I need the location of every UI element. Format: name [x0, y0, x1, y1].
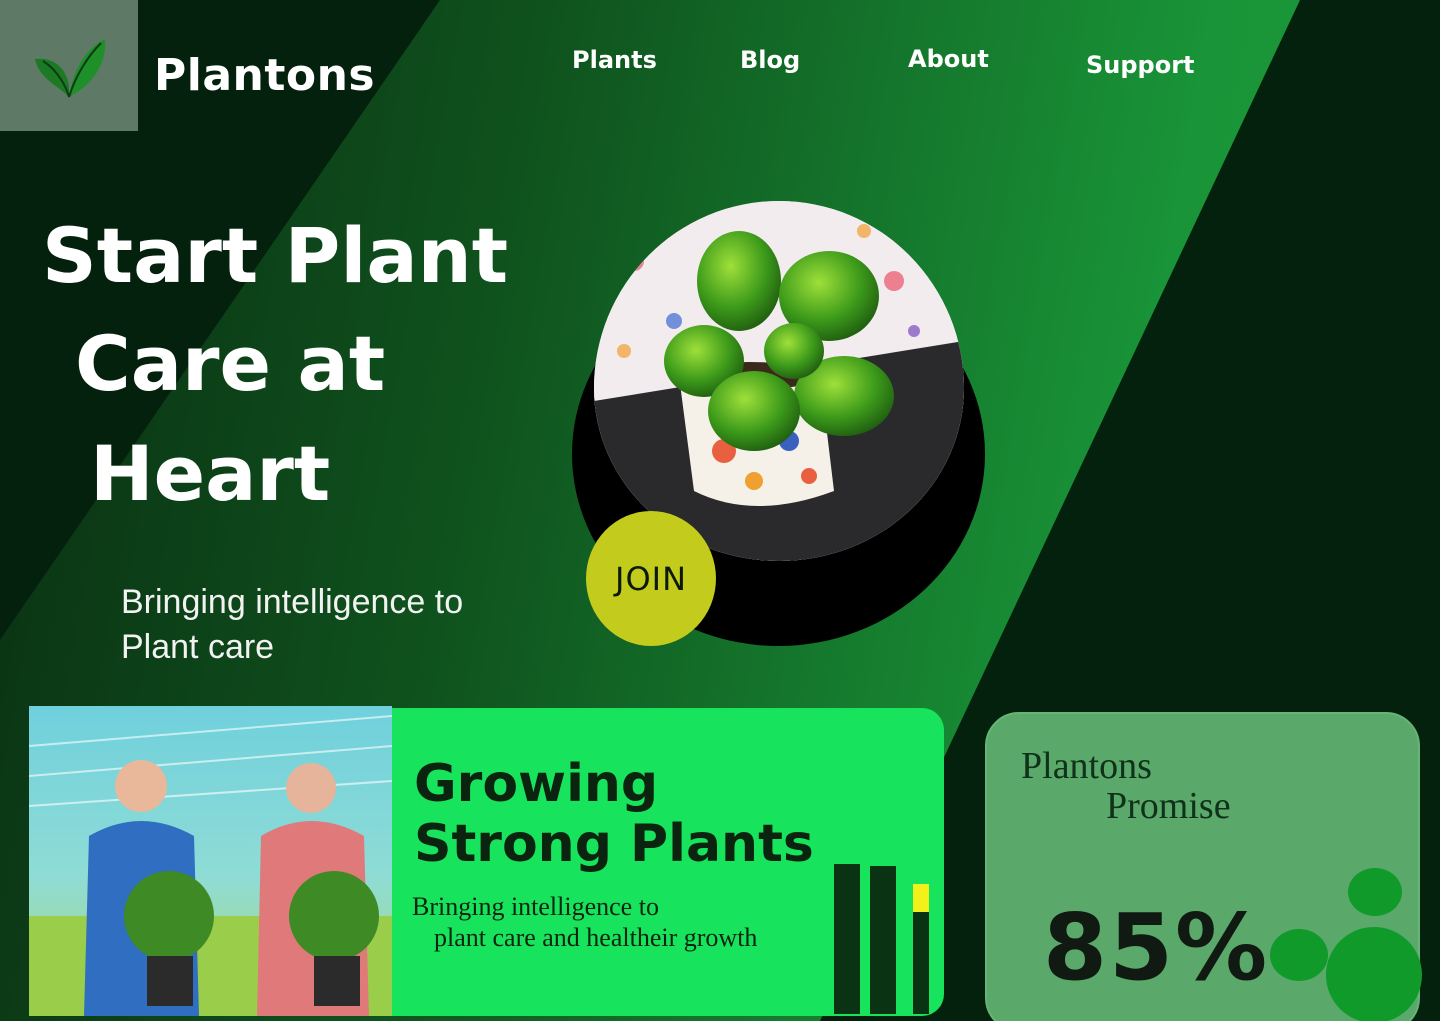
hero-subtitle-line-1: Bringing intelligence to: [121, 583, 464, 621]
decorative-bar-2: [870, 866, 896, 1014]
feature-title: Growing Strong Plants: [414, 754, 814, 874]
nav-about[interactable]: About: [908, 45, 989, 73]
promise-title-line-2: Promise: [1106, 785, 1231, 827]
nav-blog[interactable]: Blog: [740, 46, 800, 74]
decorative-dot-2: [1270, 929, 1328, 981]
promise-title-line-1: Plantons: [1021, 745, 1152, 787]
join-button[interactable]: JOIN: [586, 511, 716, 646]
nav-plants[interactable]: Plants: [572, 46, 657, 74]
hero-title-line-1: Start Plant: [42, 211, 509, 300]
decorative-dot-1: [1348, 868, 1402, 916]
feature-card: Growing Strong Plants Bringing intellige…: [392, 708, 944, 1016]
brand-name[interactable]: Plantons: [154, 50, 375, 101]
hero-subtitle-line-2: Plant care: [121, 628, 275, 666]
promise-card: Plantons Promise 85%: [985, 712, 1422, 1021]
feature-subtitle-line-2: plant care and healtheir growth: [434, 923, 758, 952]
decorative-bar-highlight: [913, 884, 929, 912]
promise-percentage: 85%: [1043, 894, 1270, 1001]
decorative-bar-3: [913, 884, 929, 1014]
decorative-dot-3: [1326, 927, 1422, 1021]
potted-plant-photo: [594, 201, 964, 561]
nav-support[interactable]: Support: [1086, 51, 1195, 79]
leaf-icon: [35, 38, 106, 97]
feature-subtitle-line-1: Bringing intelligence to: [412, 892, 659, 921]
hero-subtitle: Bringing intelligence to Plant care: [121, 580, 541, 670]
hero-title-line-2: Care at: [75, 319, 386, 408]
hero-title-line-3: Heart: [90, 429, 331, 518]
logo[interactable]: [0, 0, 138, 131]
decorative-bar-1: [834, 864, 860, 1014]
two-men-holding-plants-photo: [29, 706, 392, 1016]
